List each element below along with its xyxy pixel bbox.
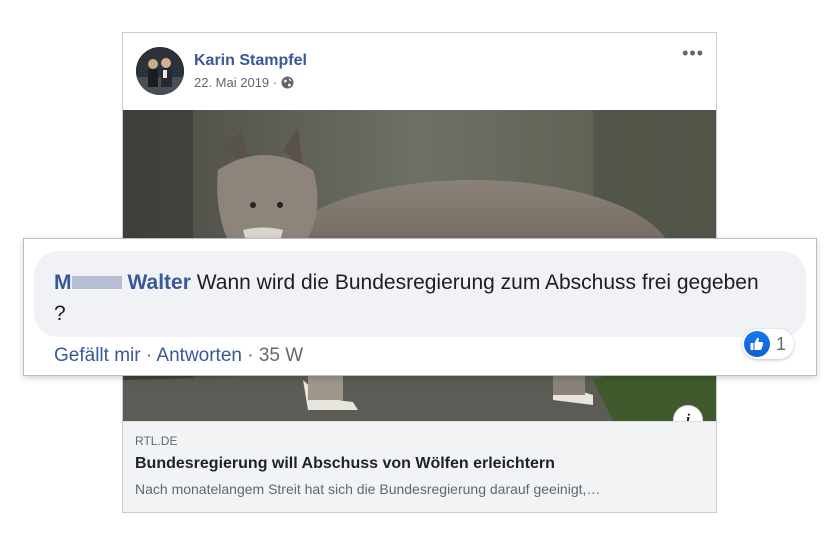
redacted-name-block bbox=[71, 276, 122, 289]
globe-icon[interactable] bbox=[281, 76, 294, 89]
reply-link[interactable]: Antworten bbox=[156, 345, 242, 366]
link-domain: RTL.DE bbox=[135, 434, 178, 448]
link-preview[interactable]: RTL.DE Bundesregierung will Abschuss von… bbox=[123, 421, 716, 512]
commenter-name-last[interactable]: Walter bbox=[128, 271, 191, 294]
reaction-count: 1 bbox=[776, 333, 787, 354]
like-link[interactable]: Gefällt mir bbox=[54, 345, 141, 366]
more-icon[interactable]: ••• bbox=[682, 44, 704, 62]
post-date[interactable]: 22. Mai 2019 · bbox=[194, 75, 277, 90]
comment-text-block: M Walter Wann wird die Bundesregierung zu… bbox=[54, 267, 774, 329]
comment-actions: Gefällt mir · Antworten · 35 W bbox=[54, 345, 303, 367]
comment-card: M Walter Wann wird die Bundesregierung zu… bbox=[23, 238, 817, 376]
link-description: Nach monatelangem Streit hat sich die Bu… bbox=[135, 481, 601, 497]
post-meta: 22. Mai 2019 · bbox=[194, 75, 294, 90]
separator-dot: · bbox=[247, 345, 254, 366]
separator-dot: · bbox=[145, 345, 153, 366]
comment-timestamp[interactable]: 35 W bbox=[259, 345, 303, 366]
post-author-name[interactable]: Karin Stampfel bbox=[194, 52, 307, 70]
author-avatar[interactable] bbox=[136, 47, 184, 95]
like-icon bbox=[744, 331, 770, 357]
link-title[interactable]: Bundesregierung will Abschuss von Wölfen… bbox=[135, 455, 555, 473]
commenter-name-first[interactable]: M bbox=[54, 271, 72, 294]
reaction-summary[interactable]: 1 bbox=[742, 329, 795, 359]
comment-bubble: M Walter Wann wird die Bundesregierung zu… bbox=[34, 251, 806, 337]
